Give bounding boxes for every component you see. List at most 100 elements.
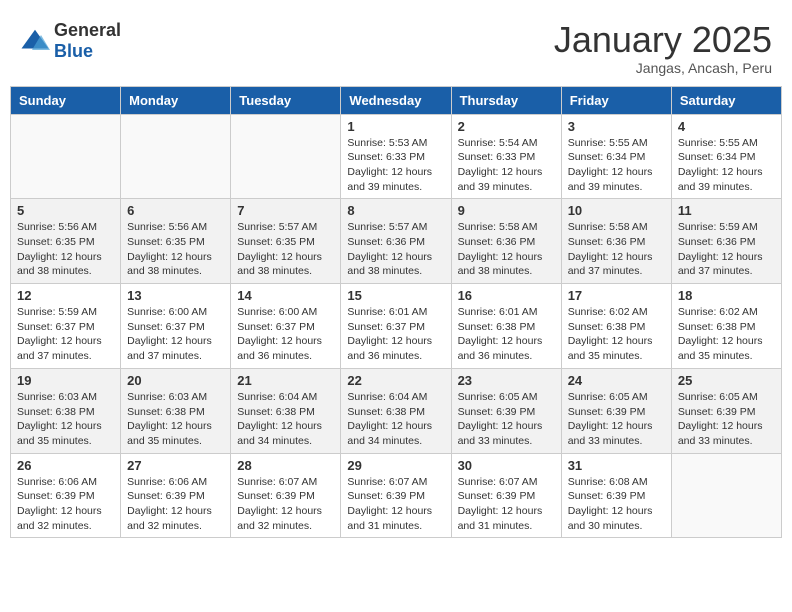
day-number: 28 xyxy=(237,458,334,473)
calendar-week-row: 1 Sunrise: 5:53 AMSunset: 6:33 PMDaylight… xyxy=(11,114,782,199)
day-info: Sunrise: 5:53 AMSunset: 6:33 PMDaylight:… xyxy=(347,136,444,195)
day-number: 17 xyxy=(568,288,665,303)
table-row: 21Sunrise: 6:04 AMSunset: 6:38 PMDayligh… xyxy=(231,368,341,453)
day-info: Sunrise: 6:03 AMSunset: 6:38 PMDaylight:… xyxy=(127,390,224,449)
day-number: 16 xyxy=(458,288,555,303)
location-subtitle: Jangas, Ancash, Peru xyxy=(554,60,772,76)
day-number: 4 xyxy=(678,119,775,134)
table-row: 31 Sunrise: 6:08 AMSunset: 6:39 PMDayligh… xyxy=(561,453,671,538)
day-number: 18 xyxy=(678,288,775,303)
table-row xyxy=(231,114,341,199)
day-number: 5 xyxy=(17,203,114,218)
day-info: Sunrise: 5:59 AMSunset: 6:36 PMDaylight:… xyxy=(678,220,775,279)
day-info: Sunrise: 6:01 AMSunset: 6:38 PMDaylight:… xyxy=(458,305,555,364)
calendar-table: Sunday Monday Tuesday Wednesday Thursday… xyxy=(10,86,782,539)
table-row: 2 Sunrise: 5:54 AMSunset: 6:33 PMDaylight… xyxy=(451,114,561,199)
table-row: 22 Sunrise: 6:04 AMSunset: 6:38 PMDayligh… xyxy=(341,368,451,453)
table-row xyxy=(671,453,781,538)
table-row: 16 Sunrise: 6:01 AMSunset: 6:38 PMDayligh… xyxy=(451,284,561,369)
page-header: General Blue January 2025 Jangas, Ancash… xyxy=(10,10,782,81)
day-number: 10 xyxy=(568,203,665,218)
calendar-week-row: 19 Sunrise: 6:03 AMSunset: 6:38 PMDayligh… xyxy=(11,368,782,453)
day-number: 23 xyxy=(458,373,555,388)
table-row: 15 Sunrise: 6:01 AMSunset: 6:37 PMDayligh… xyxy=(341,284,451,369)
day-number: 27 xyxy=(127,458,224,473)
calendar-week-row: 26 Sunrise: 6:06 AMSunset: 6:39 PMDayligh… xyxy=(11,453,782,538)
table-row: 12 Sunrise: 5:59 AMSunset: 6:37 PMDayligh… xyxy=(11,284,121,369)
day-info: Sunrise: 6:05 AMSunset: 6:39 PMDaylight:… xyxy=(568,390,665,449)
day-number: 31 xyxy=(568,458,665,473)
day-info: Sunrise: 6:02 AMSunset: 6:38 PMDaylight:… xyxy=(568,305,665,364)
header-sunday: Sunday xyxy=(11,86,121,114)
logo: General Blue xyxy=(20,20,121,62)
day-info: Sunrise: 5:58 AMSunset: 6:36 PMDaylight:… xyxy=(458,220,555,279)
table-row: 23 Sunrise: 6:05 AMSunset: 6:39 PMDayligh… xyxy=(451,368,561,453)
day-number: 8 xyxy=(347,203,444,218)
calendar-header-row: Sunday Monday Tuesday Wednesday Thursday… xyxy=(11,86,782,114)
calendar-week-row: 5 Sunrise: 5:56 AMSunset: 6:35 PMDaylight… xyxy=(11,199,782,284)
table-row xyxy=(121,114,231,199)
logo-text: General Blue xyxy=(54,20,121,62)
day-info: Sunrise: 5:55 AMSunset: 6:34 PMDaylight:… xyxy=(678,136,775,195)
table-row: 10 Sunrise: 5:58 AMSunset: 6:36 PMDayligh… xyxy=(561,199,671,284)
day-info: Sunrise: 5:58 AMSunset: 6:36 PMDaylight:… xyxy=(568,220,665,279)
day-info: Sunrise: 6:05 AMSunset: 6:39 PMDaylight:… xyxy=(458,390,555,449)
day-info: Sunrise: 6:06 AMSunset: 6:39 PMDaylight:… xyxy=(17,475,114,534)
table-row: 14Sunrise: 6:00 AMSunset: 6:37 PMDayligh… xyxy=(231,284,341,369)
day-info: Sunrise: 5:57 AMSunset: 6:35 PMDaylight:… xyxy=(237,220,334,279)
day-info: Sunrise: 6:01 AMSunset: 6:37 PMDaylight:… xyxy=(347,305,444,364)
day-info: Sunrise: 5:56 AMSunset: 6:35 PMDaylight:… xyxy=(127,220,224,279)
day-number: 21 xyxy=(237,373,334,388)
day-number: 29 xyxy=(347,458,444,473)
table-row: 28 Sunrise: 6:07 AMSunset: 6:39 PMDayligh… xyxy=(231,453,341,538)
table-row: 9 Sunrise: 5:58 AMSunset: 6:36 PMDaylight… xyxy=(451,199,561,284)
header-saturday: Saturday xyxy=(671,86,781,114)
day-number: 19 xyxy=(17,373,114,388)
day-info: Sunrise: 6:08 AMSunset: 6:39 PMDaylight:… xyxy=(568,475,665,534)
day-number: 14 xyxy=(237,288,334,303)
day-info: Sunrise: 6:02 AMSunset: 6:38 PMDaylight:… xyxy=(678,305,775,364)
table-row: 7Sunrise: 5:57 AMSunset: 6:35 PMDaylight… xyxy=(231,199,341,284)
month-title: January 2025 xyxy=(554,20,772,60)
day-number: 2 xyxy=(458,119,555,134)
day-number: 22 xyxy=(347,373,444,388)
day-info: Sunrise: 6:07 AMSunset: 6:39 PMDaylight:… xyxy=(458,475,555,534)
day-number: 3 xyxy=(568,119,665,134)
table-row: 3 Sunrise: 5:55 AMSunset: 6:34 PMDaylight… xyxy=(561,114,671,199)
table-row: 29Sunrise: 6:07 AMSunset: 6:39 PMDayligh… xyxy=(341,453,451,538)
table-row: 13Sunrise: 6:00 AMSunset: 6:37 PMDayligh… xyxy=(121,284,231,369)
day-number: 9 xyxy=(458,203,555,218)
header-tuesday: Tuesday xyxy=(231,86,341,114)
day-number: 12 xyxy=(17,288,114,303)
table-row: 5 Sunrise: 5:56 AMSunset: 6:35 PMDaylight… xyxy=(11,199,121,284)
logo-icon xyxy=(20,26,50,56)
day-info: Sunrise: 5:55 AMSunset: 6:34 PMDaylight:… xyxy=(568,136,665,195)
day-number: 1 xyxy=(347,119,444,134)
table-row: 27 Sunrise: 6:06 AMSunset: 6:39 PMDayligh… xyxy=(121,453,231,538)
day-number: 15 xyxy=(347,288,444,303)
table-row xyxy=(11,114,121,199)
day-info: Sunrise: 6:04 AMSunset: 6:38 PMDaylight:… xyxy=(347,390,444,449)
day-number: 20 xyxy=(127,373,224,388)
day-number: 24 xyxy=(568,373,665,388)
table-row: 18 Sunrise: 6:02 AMSunset: 6:38 PMDayligh… xyxy=(671,284,781,369)
day-info: Sunrise: 6:03 AMSunset: 6:38 PMDaylight:… xyxy=(17,390,114,449)
table-row: 1 Sunrise: 5:53 AMSunset: 6:33 PMDaylight… xyxy=(341,114,451,199)
table-row: 26 Sunrise: 6:06 AMSunset: 6:39 PMDayligh… xyxy=(11,453,121,538)
table-row: 30Sunrise: 6:07 AMSunset: 6:39 PMDayligh… xyxy=(451,453,561,538)
day-info: Sunrise: 5:57 AMSunset: 6:36 PMDaylight:… xyxy=(347,220,444,279)
day-info: Sunrise: 5:56 AMSunset: 6:35 PMDaylight:… xyxy=(17,220,114,279)
day-number: 26 xyxy=(17,458,114,473)
table-row: 11 Sunrise: 5:59 AMSunset: 6:36 PMDayligh… xyxy=(671,199,781,284)
header-friday: Friday xyxy=(561,86,671,114)
day-number: 6 xyxy=(127,203,224,218)
day-info: Sunrise: 6:06 AMSunset: 6:39 PMDaylight:… xyxy=(127,475,224,534)
day-info: Sunrise: 6:07 AMSunset: 6:39 PMDaylight:… xyxy=(237,475,334,534)
day-number: 13 xyxy=(127,288,224,303)
day-info: Sunrise: 5:59 AMSunset: 6:37 PMDaylight:… xyxy=(17,305,114,364)
table-row: 6 Sunrise: 5:56 AMSunset: 6:35 PMDaylight… xyxy=(121,199,231,284)
table-row: 20 Sunrise: 6:03 AMSunset: 6:38 PMDayligh… xyxy=(121,368,231,453)
day-number: 11 xyxy=(678,203,775,218)
day-info: Sunrise: 5:54 AMSunset: 6:33 PMDaylight:… xyxy=(458,136,555,195)
table-row: 8 Sunrise: 5:57 AMSunset: 6:36 PMDaylight… xyxy=(341,199,451,284)
